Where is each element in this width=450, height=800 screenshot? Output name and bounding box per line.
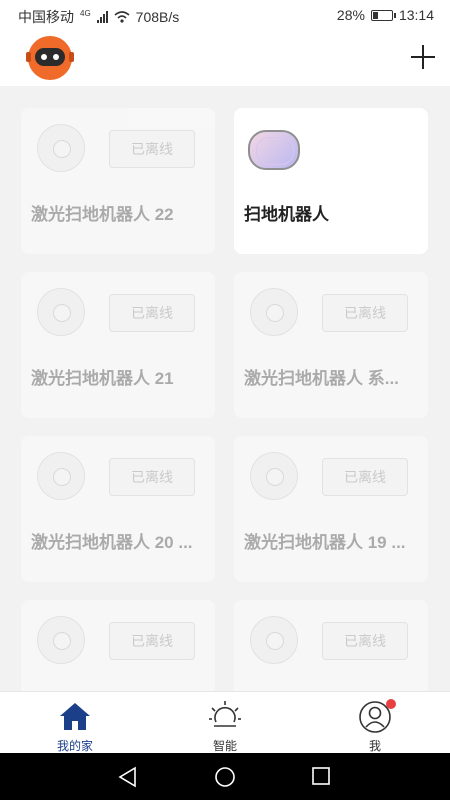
battery-icon [370, 9, 396, 21]
notification-badge [386, 699, 396, 709]
wifi-icon [114, 11, 130, 23]
bottom-nav: 我的家 智能 我 [0, 691, 450, 753]
device-name: 激光扫地机器人 20 ... [31, 533, 193, 552]
device-card[interactable]: 已离线激光扫地机器人 21 [21, 272, 215, 418]
device-name: 激光扫地机器人 系... [244, 369, 399, 388]
nav-label-me: 我 [368, 739, 381, 753]
device-card[interactable]: 已离线激光扫地机器人 系... [234, 272, 428, 418]
home-circle-icon[interactable] [214, 766, 236, 788]
device-grid: 已离线 激光扫地机器人 22 扫地机器人 已离线 激光扫地机器人 21 已离线 激光扫地机器… [0, 86, 450, 691]
signal-icon [96, 11, 108, 23]
nav-label-home: 我的家 [56, 739, 93, 753]
carrier-name: 中国移动 [18, 9, 74, 25]
robot-vacuum-icon [37, 288, 85, 336]
robot-vacuum-icon [250, 616, 298, 664]
nav-label-smart: 智能 [212, 739, 237, 753]
offline-status-tag: 已离线 [322, 458, 408, 496]
sun-icon [209, 701, 241, 727]
offline-status-tag: 已离线 [322, 294, 408, 332]
network-speed: 708B/s [135, 9, 180, 25]
status-right: 28% 13:14 [337, 7, 434, 23]
robot-vacuum-icon [250, 288, 298, 336]
home-icon [60, 703, 90, 730]
robot-vacuum-icon [37, 452, 85, 500]
device-name: 扫地机器人 [244, 205, 329, 224]
device-name: 激光扫地机器人 21 [31, 369, 174, 388]
clock: 13:14 [398, 7, 434, 23]
status-bar: 中国移动 4G 708B/s 28% 13:14 [0, 0, 450, 32]
device-name: 激光扫地机器人 22 [31, 205, 174, 224]
nav-smart[interactable]: 智能 [150, 692, 300, 754]
robot-vacuum-icon [37, 124, 85, 172]
nav-me[interactable]: 我 [300, 692, 450, 754]
device-card[interactable]: 已离线激光扫地机器人 19 ... [234, 436, 428, 582]
back-icon[interactable] [117, 766, 139, 788]
offline-status-tag: 已离线 [322, 622, 408, 660]
robot-vacuum-icon [37, 616, 85, 664]
device-card[interactable]: 已离线 [21, 600, 215, 691]
offline-status-tag: 已离线 [109, 130, 195, 168]
app-header [0, 32, 450, 86]
robot-mascot-icon[interactable] [26, 36, 74, 80]
recents-icon[interactable] [311, 766, 331, 786]
status-left: 中国移动 4G 708B/s [18, 7, 179, 27]
device-card[interactable]: 扫地机器人 [234, 108, 428, 254]
system-nav-bar [0, 753, 450, 800]
battery-percent: 28% [336, 7, 365, 23]
robot-vacuum-icon [248, 130, 300, 170]
offline-status-tag: 已离线 [109, 622, 195, 660]
offline-status-tag: 已离线 [109, 294, 195, 332]
robot-vacuum-icon [250, 452, 298, 500]
network-type: 4G [80, 8, 91, 18]
device-name: 激光扫地机器人 19 ... [244, 533, 406, 552]
device-card[interactable]: 已离线 [234, 600, 428, 691]
nav-my-home[interactable]: 我的家 [0, 692, 150, 754]
device-card[interactable]: 已离线激光扫地机器人 20 ... [21, 436, 215, 582]
offline-status-tag: 已离线 [109, 458, 195, 496]
device-card[interactable]: 已离线激光扫地机器人 22 [21, 108, 215, 254]
add-device-button[interactable] [410, 44, 436, 70]
